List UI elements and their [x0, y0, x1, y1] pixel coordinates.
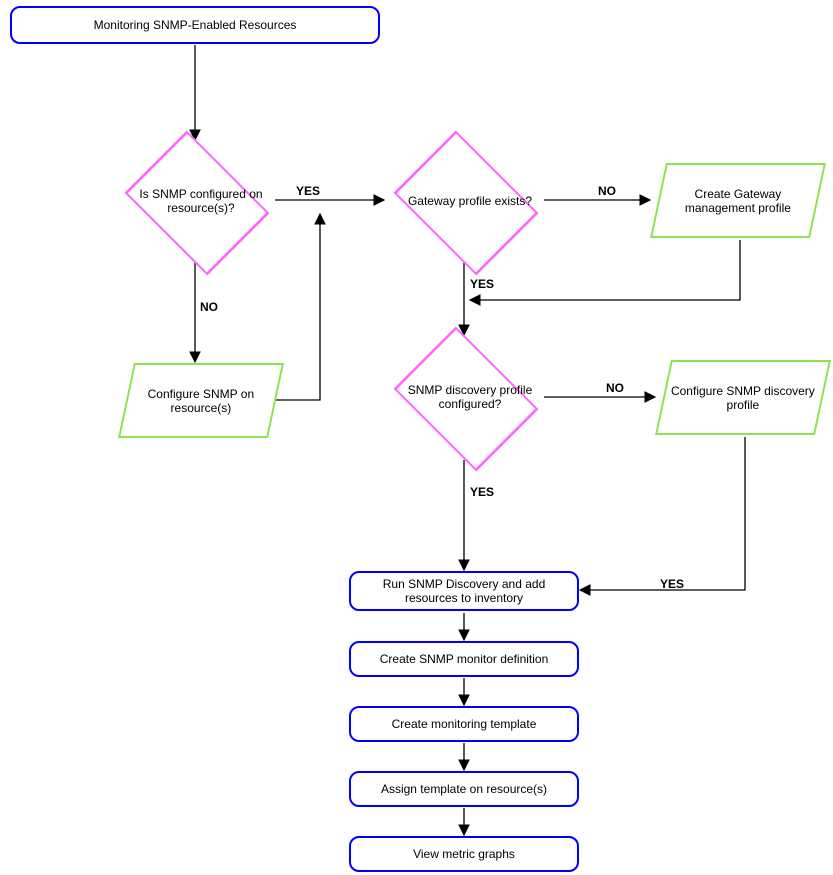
node-create_mon: Create SNMP monitor definition [349, 641, 579, 677]
node-dec_conf: Is SNMP configured on resource(s)? [115, 141, 275, 261]
node-conf_disc: Configure SNMP discovery profile [655, 360, 831, 435]
flowchart-canvas: Monitoring SNMP-Enabled Resources Is SNM… [0, 0, 833, 875]
node-conf_snmp-label: Configure SNMP on resource(s) [128, 387, 274, 415]
node-view: View metric graphs [349, 836, 579, 872]
node-run_disc: Run SNMP Discovery and add resources to … [349, 571, 579, 611]
node-start-label: Monitoring SNMP-Enabled Resources [94, 18, 297, 32]
node-create_mon-label: Create SNMP monitor definition [380, 652, 549, 666]
node-dec_disc: SNMP discovery profile configured? [384, 337, 544, 457]
edge-label-dec_conf-no: NO [200, 300, 218, 314]
edge-conf_disc-run_disc [580, 437, 745, 590]
edge-label-dec_conf-yes: YES [296, 184, 320, 198]
node-assign_tmpl: Assign template on resource(s) [349, 771, 579, 807]
edge-label-dec_gw-yes: YES [470, 277, 494, 291]
node-run_disc-label: Run SNMP Discovery and add resources to … [359, 577, 569, 605]
edge-label-dec_disc-yes: YES [470, 485, 494, 499]
node-dec_gw-label: Gateway profile exists? [408, 194, 532, 208]
node-dec_disc-label: SNMP discovery profile configured? [390, 383, 550, 411]
node-create_gw: Create Gateway management profile [650, 163, 826, 238]
edge-label-conf_disc-yes: YES [660, 577, 684, 591]
node-dec_conf-label: Is SNMP configured on resource(s)? [121, 187, 281, 215]
node-dec_gw: Gateway profile exists? [384, 141, 544, 261]
node-start: Monitoring SNMP-Enabled Resources [10, 6, 380, 44]
node-create_tmpl-label: Create monitoring template [392, 717, 537, 731]
node-assign_tmpl-label: Assign template on resource(s) [381, 782, 547, 796]
node-create_gw-label: Create Gateway management profile [660, 187, 816, 215]
node-conf_disc-label: Configure SNMP discovery profile [665, 384, 821, 412]
edge-label-dec_gw-no: NO [598, 184, 616, 198]
node-create_tmpl: Create monitoring template [349, 706, 579, 742]
node-view-label: View metric graphs [413, 847, 515, 861]
node-conf_snmp: Configure SNMP on resource(s) [118, 363, 284, 438]
edge-label-dec_disc-no: NO [606, 381, 624, 395]
